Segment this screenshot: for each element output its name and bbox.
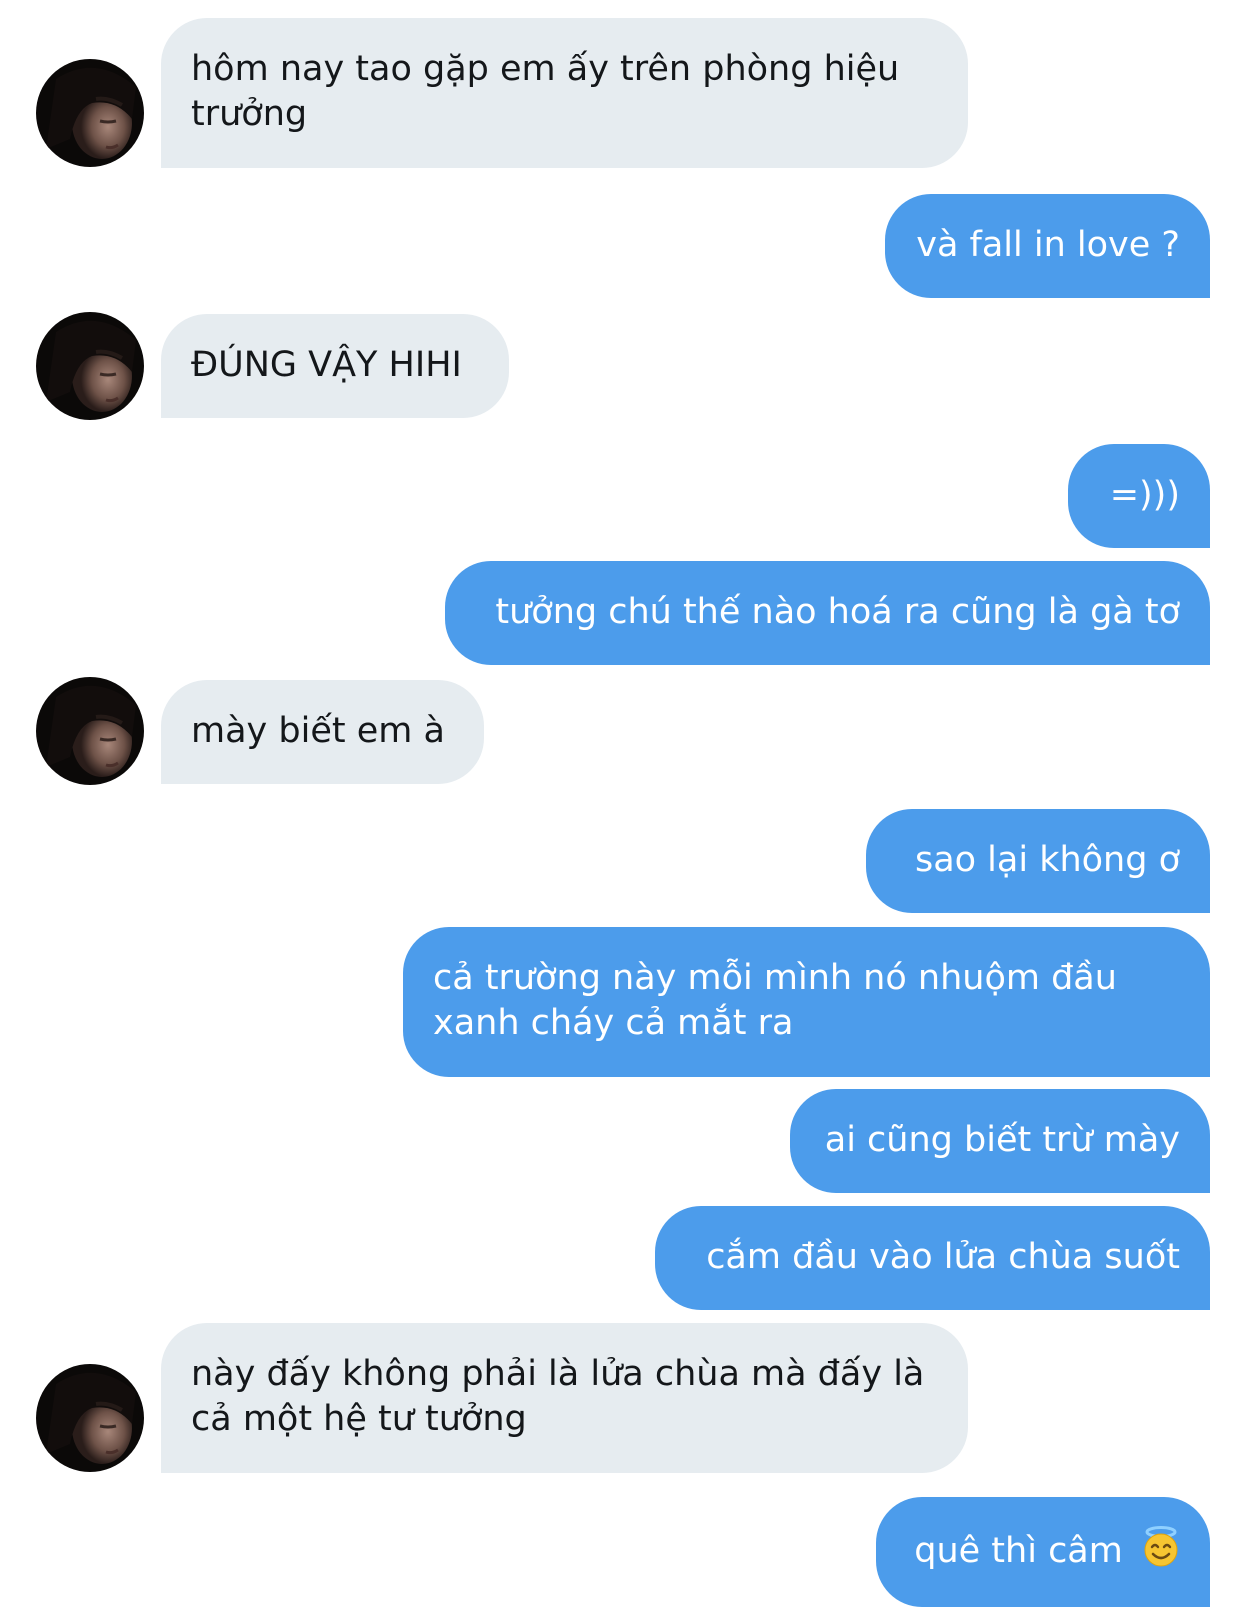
message-text: tưởng chú thế nào hoá ra cũng là gà tơ (495, 592, 1180, 632)
profile-photo (36, 677, 144, 785)
sent-message-bubble[interactable]: cả trường này mỗi mình nó nhuộm đầu xanh… (403, 927, 1210, 1077)
message-text: cả trường này mỗi mình nó nhuộm đầu xanh… (433, 958, 1117, 1043)
avatar[interactable] (36, 677, 144, 785)
sent-message-bubble[interactable]: =))) (1068, 444, 1210, 548)
avatar[interactable] (36, 59, 144, 167)
profile-photo (36, 312, 144, 420)
message-text: sao lại không ơ (914, 840, 1180, 880)
smiling-face-with-halo-icon (1142, 1526, 1180, 1580)
message-text: và fall in love ? (916, 225, 1180, 265)
message-text: này đấy không phải là lửa chùa mà đấy là… (191, 1354, 925, 1439)
message-text: =))) (1109, 475, 1180, 515)
message-text: hôm nay tao gặp em ấy trên phòng hiệu tr… (191, 49, 900, 134)
message-text: cắm đầu vào lửa chùa suốt (706, 1237, 1180, 1277)
avatar[interactable] (36, 312, 144, 420)
message-text: quê thì câm (914, 1531, 1123, 1571)
received-message-bubble[interactable]: hôm nay tao gặp em ấy trên phòng hiệu tr… (161, 18, 968, 168)
profile-photo (36, 59, 144, 167)
sent-message-bubble[interactable]: quê thì câm (876, 1497, 1210, 1607)
profile-photo (36, 1364, 144, 1472)
message-text: ĐÚNG VẬY HIHI (191, 345, 462, 385)
sent-message-bubble[interactable]: và fall in love ? (885, 194, 1210, 298)
received-message-bubble[interactable]: ĐÚNG VẬY HIHI (161, 314, 509, 418)
message-text: ai cũng biết trừ mày (824, 1120, 1180, 1160)
sent-message-bubble[interactable]: tưởng chú thế nào hoá ra cũng là gà tơ (445, 561, 1210, 665)
sent-message-bubble[interactable]: ai cũng biết trừ mày (790, 1089, 1210, 1193)
avatar[interactable] (36, 1364, 144, 1472)
received-message-bubble[interactable]: này đấy không phải là lửa chùa mà đấy là… (161, 1323, 968, 1473)
sent-message-bubble[interactable]: cắm đầu vào lửa chùa suốt (655, 1206, 1210, 1310)
message-text: mày biết em à (191, 711, 445, 751)
received-message-bubble[interactable]: mày biết em à (161, 680, 484, 784)
sent-message-bubble[interactable]: sao lại không ơ (866, 809, 1210, 913)
